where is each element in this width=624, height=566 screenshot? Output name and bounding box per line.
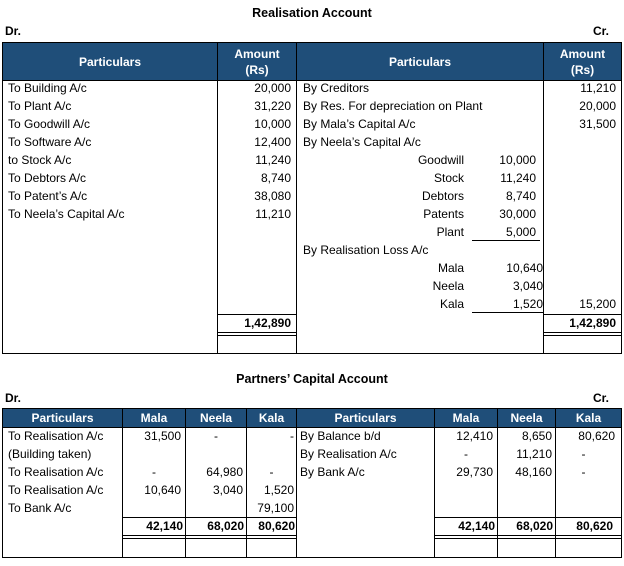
debit-particular: To Neela’s Capital A/c	[8, 207, 125, 221]
capital-credit-kala: 80,620	[578, 429, 615, 443]
amount-header-line1: Amount	[234, 46, 280, 61]
capital-debit-mala: 31,500	[144, 429, 181, 443]
capital-debit-particular: To Realisation A/c	[8, 429, 104, 443]
neela-item-label: Patents	[423, 207, 464, 221]
amount-header-line2: (Rs)	[245, 62, 269, 77]
loss-item-label: Neela	[432, 279, 464, 293]
capital-total-debit-kala: 80,620	[258, 519, 295, 533]
loss-item-value: 3,040	[512, 279, 543, 293]
neela-item-label: Plant	[436, 225, 464, 239]
realisation-header-particulars-left: Particulars	[3, 43, 217, 80]
loss-item-value: 1,520	[512, 297, 543, 311]
capital-debit-particular: To Realisation A/c	[8, 465, 104, 479]
debit-amount: 38,080	[254, 189, 291, 203]
capital-header-neela-left: Neela	[186, 409, 246, 427]
capital-credit-particular: By Realisation A/c	[300, 447, 397, 461]
capital-debit-particular: (Building taken)	[8, 447, 92, 461]
loss-item-value: 10,640	[506, 261, 543, 275]
capital-header-particulars-left: Particulars	[3, 409, 122, 427]
debit-particular: to Stock A/c	[8, 153, 72, 167]
capital-debit-particular: To Bank A/c	[8, 501, 72, 515]
realisation-header-particulars-right: Particulars	[297, 43, 543, 80]
neela-item-value: 5,000	[505, 225, 536, 239]
capital-credit-neela: 48,160	[515, 465, 552, 479]
capital-header-mala-right: Mala	[435, 409, 497, 427]
neela-item-value: 10,000	[499, 153, 536, 167]
debit-particular: To Patent’s A/c	[8, 189, 88, 203]
debit-particular: To Building A/c	[8, 81, 87, 95]
capital-credit-mala: 29,730	[456, 465, 493, 479]
loss-item-label: Kala	[439, 297, 464, 311]
debit-particular: To Goodwill A/c	[8, 117, 91, 131]
credit-amount: 11,210	[580, 81, 616, 95]
capital-debit-particular: To Realisation A/c	[8, 483, 104, 497]
neela-item-value: 11,240	[500, 171, 536, 185]
capital-debit-mala: -	[152, 465, 156, 479]
debit-particular: To Software A/c	[8, 135, 92, 149]
capital-dr-label: Dr.	[5, 391, 22, 405]
realisation-dr-label: Dr.	[5, 24, 22, 38]
realisation-total-debit: 1,42,890	[244, 316, 291, 330]
capital-header-neela-right: Neela	[498, 409, 555, 427]
capital-credit-kala: -	[581, 465, 586, 479]
capital-header-mala-left: Mala	[123, 409, 185, 427]
capital-title: Partners’ Capital Account	[236, 372, 388, 386]
capital-credit-neela: 11,210	[516, 447, 552, 461]
capital-total-credit-kala: 80,620	[576, 519, 613, 533]
debit-particular: To Debtors A/c	[8, 171, 87, 185]
capital-credit-mala: -	[464, 447, 468, 461]
capital-header-kala-left: Kala	[247, 409, 296, 427]
debit-amount: 12,400	[254, 135, 291, 149]
debit-amount: 31,220	[254, 99, 291, 113]
credit-amount: 31,500	[579, 117, 616, 131]
capital-debit-kala: -	[269, 465, 274, 479]
realisation-total-credit: 1,42,890	[569, 316, 616, 330]
capital-total-debit-mala: 42,140	[146, 519, 183, 533]
capital-header-particulars-right: Particulars	[297, 409, 434, 427]
realisation-title: Realisation Account	[252, 6, 372, 20]
credit-amount: 20,000	[579, 99, 616, 113]
neela-item-label: Debtors	[421, 189, 464, 203]
capital-debit-kala: 79,100	[257, 501, 294, 515]
realisation-header-amount-left: Amount (Rs)	[218, 43, 296, 80]
debit-amount: 11,240	[255, 153, 291, 167]
credit-particular: By Neela’s Capital A/c	[303, 135, 421, 149]
debit-amount: 20,000	[254, 81, 291, 95]
capital-debit-kala: -	[290, 429, 294, 443]
realisation-header-amount-right: Amount (Rs)	[544, 43, 621, 80]
credit-particular: By Creditors	[303, 81, 370, 95]
capital-credit-mala: 12,410	[456, 429, 493, 443]
capital-cr-label: Cr.	[593, 391, 610, 405]
capital-credit-particular: By Bank A/c	[300, 465, 365, 479]
neela-item-value: 8,740	[505, 189, 536, 203]
neela-item-value: 30,000	[499, 207, 536, 221]
debit-amount: 11,210	[255, 207, 291, 221]
capital-total-debit-neela: 68,020	[207, 519, 244, 533]
capital-debit-neela: 3,040	[212, 483, 243, 497]
credit-particular: By Res. For depreciation on Plant	[303, 99, 483, 113]
debit-particular: To Plant A/c	[8, 99, 72, 113]
credit-particular: By Mala’s Capital A/c	[303, 117, 416, 131]
capital-header-kala-right: Kala	[556, 409, 621, 427]
capital-credit-kala: -	[581, 447, 586, 461]
credit-particular: By Realisation Loss A/c	[303, 243, 429, 257]
capital-debit-mala: 10,640	[144, 483, 181, 497]
loss-total: 15,200	[579, 297, 616, 311]
debit-amount: 10,000	[254, 117, 291, 131]
neela-item-label: Goodwill	[417, 153, 464, 167]
capital-credit-neela: 8,650	[521, 429, 552, 443]
capital-debit-kala: 1,520	[263, 483, 294, 497]
loss-item-label: Mala	[437, 261, 464, 275]
neela-item-label: Stock	[433, 171, 464, 185]
capital-credit-particular: By Balance b/d	[300, 429, 381, 443]
capital-debit-neela: 64,980	[206, 465, 243, 479]
debit-amount: 8,740	[260, 171, 291, 185]
capital-debit-neela: -	[214, 429, 218, 443]
capital-total-credit-neela: 68,020	[516, 519, 553, 533]
realisation-cr-label: Cr.	[593, 24, 610, 38]
amount-header-line1: Amount	[559, 46, 606, 61]
amount-header-line2: (Rs)	[570, 62, 595, 77]
capital-total-credit-mala: 42,140	[458, 519, 495, 533]
